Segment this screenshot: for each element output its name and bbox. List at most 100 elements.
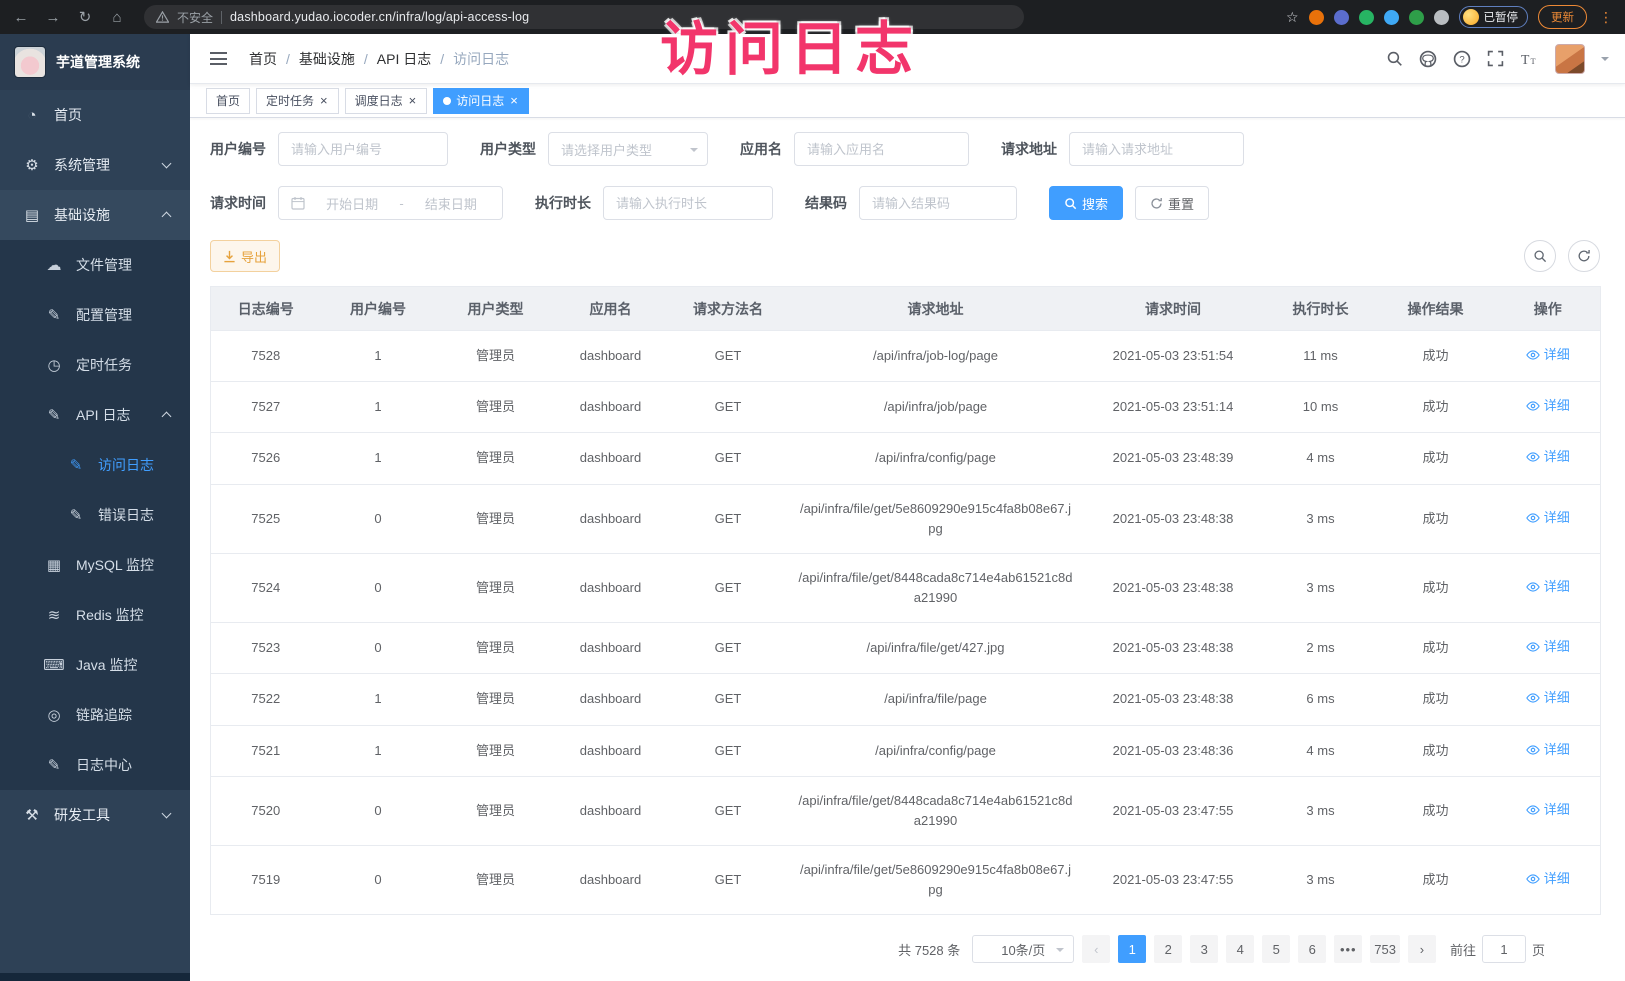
sidebar-item-error-log[interactable]: ✎ 错误日志 xyxy=(0,490,190,540)
sidebar-item-home[interactable]: ◔首页 xyxy=(0,90,190,140)
breadcrumb-item[interactable]: API 日志 xyxy=(377,49,431,69)
sidebar-item-redis[interactable]: ≋Redis 监控 xyxy=(0,590,190,640)
prev-page-button[interactable]: ‹ xyxy=(1082,935,1110,963)
sidebar-item-infra[interactable]: ▤基础设施 xyxy=(0,190,190,240)
sidebar-item-job[interactable]: ◷定时任务 xyxy=(0,340,190,390)
toggle-search-button[interactable] xyxy=(1524,240,1556,272)
fullscreen-icon[interactable] xyxy=(1487,50,1504,67)
detail-link[interactable]: 详细 xyxy=(1526,577,1570,597)
extension-icon[interactable] xyxy=(1409,10,1424,25)
duration-input-wrap xyxy=(603,186,773,220)
detail-link[interactable]: 详细 xyxy=(1526,688,1570,708)
browser-reload-button[interactable]: ↻ xyxy=(74,8,96,26)
sidebar-item-label: 访问日志 xyxy=(98,455,154,475)
tag-调度日志[interactable]: 调度日志× xyxy=(345,88,428,114)
breadcrumb-separator: / xyxy=(364,51,368,67)
sidebar-item-api-log[interactable]: ✎API 日志 xyxy=(0,390,190,440)
sidebar-item-label: API 日志 xyxy=(76,405,130,425)
browser-home-button[interactable]: ⌂ xyxy=(106,9,128,26)
sidebar-item-config[interactable]: ✎配置管理 xyxy=(0,290,190,340)
cell-duration: 10 ms xyxy=(1266,382,1376,433)
detail-link[interactable]: 详细 xyxy=(1526,447,1570,467)
next-page-button[interactable]: › xyxy=(1408,935,1436,963)
search-icon[interactable] xyxy=(1386,50,1403,67)
detail-link[interactable]: 详细 xyxy=(1526,345,1570,365)
cell-user_type: 管理员 xyxy=(436,846,556,915)
github-icon[interactable] xyxy=(1419,50,1437,68)
app-name-input[interactable] xyxy=(807,142,956,157)
extension-icon[interactable] xyxy=(1309,10,1324,25)
breadcrumb-item[interactable]: 首页 xyxy=(249,49,277,69)
hamburger-icon[interactable] xyxy=(206,48,231,69)
chevron-down-icon[interactable] xyxy=(1601,57,1609,65)
sidebar-item-file[interactable]: ☁文件管理 xyxy=(0,240,190,290)
detail-link[interactable]: 详细 xyxy=(1526,869,1570,889)
sidebar-item-label: 错误日志 xyxy=(98,505,154,525)
error-log-icon: ✎ xyxy=(64,506,88,524)
detail-link[interactable]: 详细 xyxy=(1526,740,1570,760)
request-url-input[interactable] xyxy=(1082,142,1231,157)
app-logo[interactable]: 芋道管理系统 xyxy=(0,34,190,90)
page-button-753[interactable]: 753 xyxy=(1370,935,1400,963)
jump-suffix: 页 xyxy=(1532,940,1545,959)
access-log-icon: ✎ xyxy=(64,456,88,474)
sidebar-item-java[interactable]: ⌨Java 监控 xyxy=(0,640,190,690)
extension-icon[interactable] xyxy=(1384,10,1399,25)
browser-update-button[interactable]: 更新 xyxy=(1538,5,1587,29)
bookmark-star-icon[interactable]: ☆ xyxy=(1286,9,1299,26)
detail-link[interactable]: 详细 xyxy=(1526,508,1570,528)
detail-link[interactable]: 详细 xyxy=(1526,800,1570,820)
chevron-down-icon xyxy=(1056,948,1064,956)
docs-question-icon[interactable]: ? xyxy=(1453,50,1471,68)
detail-link[interactable]: 详细 xyxy=(1526,637,1570,657)
page-button-2[interactable]: 2 xyxy=(1154,935,1182,963)
reset-button[interactable]: 重置 xyxy=(1135,186,1209,220)
page-button-3[interactable]: 3 xyxy=(1190,935,1218,963)
cell-url: /api/infra/job-log/page xyxy=(791,331,1081,382)
breadcrumb-item[interactable]: 基础设施 xyxy=(299,49,355,69)
more-pages-icon[interactable]: ••• xyxy=(1334,935,1362,963)
request-time-daterange[interactable]: 开始日期 - 结束日期 xyxy=(278,186,503,220)
detail-link-label: 详细 xyxy=(1544,740,1570,760)
edit-icon: ✎ xyxy=(42,306,66,324)
sidebar-item-log-center[interactable]: ✎日志中心 xyxy=(0,740,190,790)
close-icon[interactable]: × xyxy=(509,94,519,107)
cell-user_type: 管理员 xyxy=(436,433,556,484)
page-button-5[interactable]: 5 xyxy=(1262,935,1290,963)
result-code-input[interactable] xyxy=(872,196,1004,211)
user-avatar[interactable] xyxy=(1555,44,1585,74)
sidebar-item-dev-tools[interactable]: ⚒研发工具 xyxy=(0,790,190,840)
tag-访问日志[interactable]: 访问日志× xyxy=(433,88,529,114)
sidebar-item-mysql[interactable]: ▦MySQL 监控 xyxy=(0,540,190,590)
address-bar[interactable]: 不安全 dashboard.yudao.iocoder.cn/infra/log… xyxy=(144,5,1024,29)
page-size-select[interactable]: 10条/页 xyxy=(972,935,1074,963)
browser-back-button[interactable]: ← xyxy=(10,9,32,26)
page-button-1[interactable]: 1 xyxy=(1118,935,1146,963)
tag-定时任务[interactable]: 定时任务× xyxy=(256,88,339,114)
tag-首页[interactable]: 首页 xyxy=(206,88,250,114)
browser-menu-icon[interactable]: ⋮ xyxy=(1597,9,1615,26)
page-button-6[interactable]: 6 xyxy=(1298,935,1326,963)
sidebar-item-access-log[interactable]: ✎ 访问日志 xyxy=(0,440,190,490)
close-icon[interactable]: × xyxy=(319,94,329,107)
font-size-icon[interactable]: TT xyxy=(1520,50,1539,67)
detail-link[interactable]: 详细 xyxy=(1526,396,1570,416)
close-icon[interactable]: × xyxy=(408,94,418,107)
browser-profile-badge[interactable]: 已暂停 xyxy=(1459,6,1529,28)
page-button-4[interactable]: 4 xyxy=(1226,935,1254,963)
browser-forward-button[interactable]: → xyxy=(42,9,64,26)
duration-input[interactable] xyxy=(616,196,760,211)
extension-icon[interactable] xyxy=(1434,10,1449,25)
search-button[interactable]: 搜索 xyxy=(1049,186,1123,220)
sidebar-item-label: Redis 监控 xyxy=(76,605,144,625)
column-header: 日志编号 xyxy=(211,287,321,331)
export-button[interactable]: 导出 xyxy=(210,240,280,272)
extension-icon[interactable] xyxy=(1334,10,1349,25)
jump-page-input[interactable] xyxy=(1482,935,1526,963)
refresh-table-button[interactable] xyxy=(1568,240,1600,272)
sidebar-item-system[interactable]: ⚙系统管理 xyxy=(0,140,190,190)
extension-icon[interactable] xyxy=(1359,10,1374,25)
user-type-select[interactable]: 请选择用户类型 xyxy=(548,132,708,166)
sidebar-item-trace[interactable]: ◎链路追踪 xyxy=(0,690,190,740)
user-id-input[interactable] xyxy=(291,142,435,157)
